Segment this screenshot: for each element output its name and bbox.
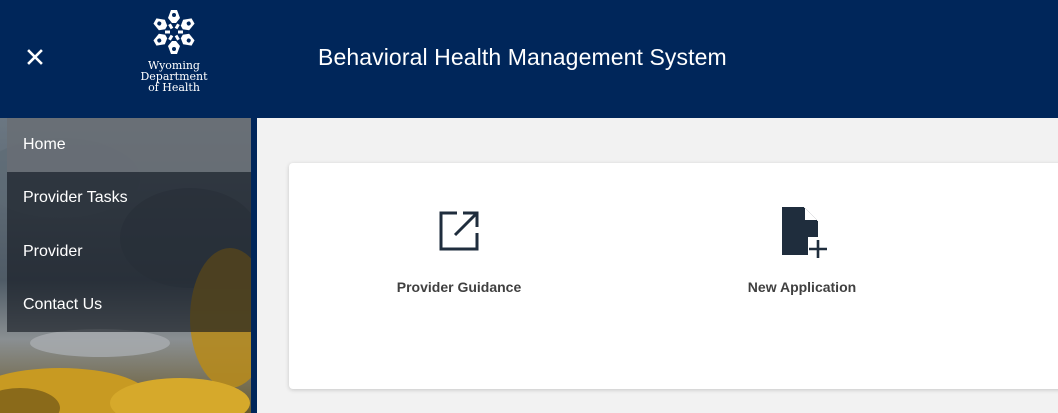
logo-text: Wyoming Department of Health [140, 60, 207, 93]
page-title: Behavioral Health Management System [318, 44, 727, 70]
sidebar-item-label: Home [23, 135, 66, 153]
file-add-icon [774, 203, 830, 259]
sidebar-item-label: Provider [23, 242, 83, 260]
sidebar-menu: Home Provider Tasks Provider Contact Us [7, 118, 251, 332]
sidebar-item-contact-us[interactable]: Contact Us [7, 279, 251, 333]
provider-guidance-tile[interactable]: Provider Guidance [359, 203, 559, 295]
sidebar: Home Provider Tasks Provider Contact Us [0, 118, 256, 413]
sidebar-item-label: Provider Tasks [23, 189, 128, 207]
provider-guidance-label: Provider Guidance [396, 279, 522, 295]
sidebar-item-provider[interactable]: Provider [7, 225, 251, 279]
app-header: Wyoming Department of Health Behavioral … [0, 0, 1058, 118]
snowflake-logo-icon [153, 10, 195, 54]
sidebar-item-label: Contact Us [23, 296, 103, 314]
wdh-logo[interactable]: Wyoming Department of Health [128, 8, 220, 108]
sidebar-item-home[interactable]: Home [7, 118, 251, 172]
new-application-label: New Application [747, 279, 857, 295]
logo-line-3: of Health [148, 81, 200, 94]
close-menu-button[interactable] [22, 44, 48, 70]
open-in-new-icon [431, 203, 487, 259]
sidebar-item-provider-tasks[interactable]: Provider Tasks [7, 172, 251, 226]
close-icon [27, 49, 43, 65]
sidebar-divider [251, 118, 257, 413]
new-application-tile[interactable]: New Application [702, 203, 902, 295]
dashboard-card: Provider Guidance New Application [289, 163, 1058, 389]
